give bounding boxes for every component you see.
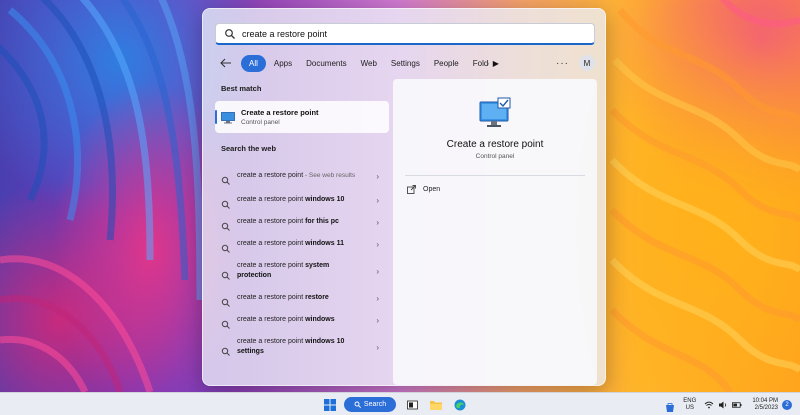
web-suggestion-item[interactable]: create a restore point windows 11 › [215,233,389,255]
language-indicator[interactable]: ENG US [683,398,696,412]
chevron-right-icon: › [376,239,379,249]
wifi-icon[interactable] [704,400,714,410]
search-icon [221,218,230,231]
web-suggestion-item[interactable]: create a restore point system protection… [215,255,389,287]
filter-folders[interactable]: Folde [467,55,489,72]
filter-documents[interactable]: Documents [300,55,352,72]
filter-all[interactable]: All [241,54,266,72]
web-suggestions: create a restore point - See web results… [215,163,389,363]
taskbar: Search ENG US 10:04 PM 2/5/2023 2 [0,392,800,415]
search-input[interactable] [242,28,582,39]
back-arrow-icon[interactable] [215,54,237,72]
taskbar-search-button[interactable]: Search [344,397,396,412]
search-icon [221,316,230,329]
suggestion-query: create a restore point [237,218,306,225]
chevron-right-icon: › [376,217,379,227]
suggestion-query: create a restore point [237,338,306,345]
edge-browser-icon[interactable] [450,395,470,414]
web-suggestion-item[interactable]: create a restore point windows › [215,309,389,331]
search-icon [221,196,230,209]
system-tray: ENG US 10:04 PM 2/5/2023 2 [665,395,792,414]
divider [405,175,585,176]
search-icon [221,172,230,185]
filter-web[interactable]: Web [355,55,383,72]
clock-date: 2/5/2023 [754,404,778,411]
file-explorer-icon[interactable] [426,395,446,414]
search-icon [221,240,230,253]
web-suggestion-item[interactable]: create a restore point - See web results… [215,163,389,189]
chevron-right-icon: › [376,293,379,303]
chevron-right-icon: › [376,266,379,276]
suggestion-query: create a restore point [237,294,306,301]
detail-subtitle: Control panel [475,153,515,160]
open-action[interactable]: Open [407,185,440,194]
suggestion-suffix: windows 11 [305,240,344,247]
web-suggestion-item[interactable]: create a restore point windows 10 › [215,189,389,211]
suggestion-suffix: windows 10 [305,196,345,203]
detail-title: Create a restore point [446,139,544,150]
more-filters-arrow-icon[interactable]: ▶ [493,59,499,68]
search-icon [221,343,230,356]
language-code: ENG [683,397,697,404]
clock[interactable]: 10:04 PM 2/5/2023 [752,398,778,412]
taskbar-search-label: Search [363,401,387,408]
chevron-right-icon: › [376,315,379,325]
task-view-icon[interactable] [402,395,422,414]
chevron-right-icon: › [376,195,379,205]
chevron-right-icon: › [376,342,379,352]
selection-indicator [215,110,217,124]
open-icon [407,185,416,194]
result-detail-pane: Create a restore point Control panel Ope… [393,79,597,385]
web-suggestion-item[interactable]: create a restore point for this pc › [215,211,389,233]
best-match-heading: Best match [221,84,262,93]
best-match-subtitle: Control panel [241,119,280,126]
windows-start-icon[interactable] [320,395,340,414]
search-box[interactable] [215,23,595,45]
search-icon [221,294,230,307]
region-code: US [685,404,694,411]
search-icon [354,401,361,409]
open-label: Open [423,186,441,193]
suggestion-query: create a restore point [237,262,306,269]
best-match-result[interactable]: Create a restore point Control panel [215,101,389,133]
volume-icon[interactable] [718,400,728,410]
web-suggestion-item[interactable]: create a restore point restore › [215,287,389,309]
store-app-icon[interactable] [665,400,675,412]
chevron-right-icon: › [376,171,379,181]
search-icon [224,28,236,40]
suggestion-query: create a restore point [237,196,306,203]
filter-settings[interactable]: Settings [385,55,426,72]
suggestion-query: create a restore point [237,240,306,247]
more-options-button[interactable]: ··· [550,58,575,69]
suggestion-suffix: windows [305,316,335,323]
web-suggestion-item[interactable]: create a restore point windows 10 settin… [215,331,389,363]
start-search-panel: All Apps Documents Web Settings People F… [202,8,606,386]
search-icon [221,267,230,280]
suggestion-note: - See web results [303,172,356,179]
suggestion-suffix: restore [305,294,329,301]
filter-people[interactable]: People [428,55,465,72]
filter-bar: All Apps Documents Web Settings People F… [215,53,595,73]
taskbar-apps: Search [320,395,474,414]
system-restore-icon [478,97,512,131]
best-match-title: Create a restore point [241,108,319,117]
battery-icon[interactable] [732,400,742,410]
suggestion-query: create a restore point [237,316,306,323]
clock-time: 10:04 PM [752,397,778,404]
results-list: Best match Create a restore point Contro… [215,81,389,363]
suggestion-query: create a restore point [237,172,304,179]
suggestion-suffix: for this pc [305,218,339,225]
search-web-heading: Search the web [221,144,277,153]
filter-apps[interactable]: Apps [268,55,298,72]
system-restore-icon [221,111,235,124]
account-avatar[interactable]: M [579,55,595,71]
notification-badge[interactable]: 2 [782,399,792,410]
